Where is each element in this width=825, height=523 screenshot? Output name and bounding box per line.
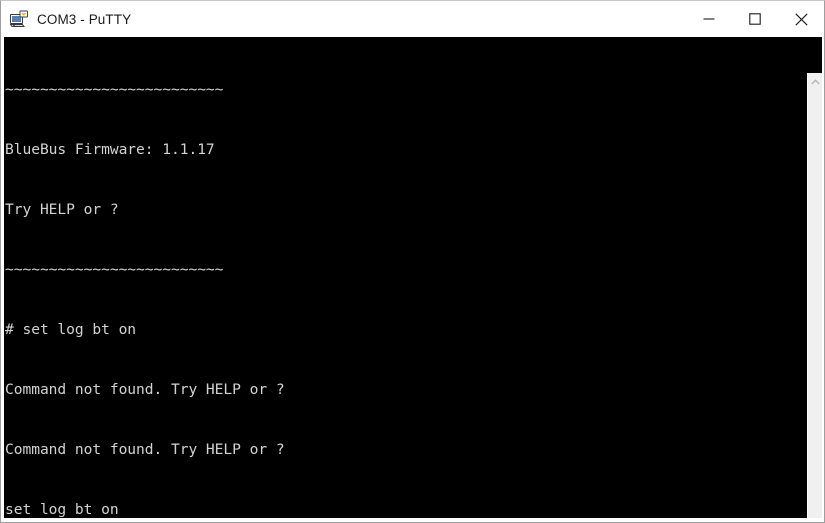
terminal-line: ~~~~~~~~~~~~~~~~~~~~~~~~~ — [5, 81, 224, 98]
scroll-up-button[interactable] — [808, 73, 822, 90]
terminal-screen[interactable]: ~~~~~~~~~~~~~~~~~~~~~~~~~ BlueBus Firmwa… — [4, 37, 807, 518]
putty-window: COM3 - PuTTY ~~~~~~~~~~~~~~~~~~~~~~~~~ B… — [0, 0, 825, 523]
terminal-line: set log bt on — [5, 501, 119, 518]
title-bar[interactable]: COM3 - PuTTY — [1, 1, 824, 37]
scrollbar-thumb[interactable] — [808, 90, 822, 518]
terminal-frame: ~~~~~~~~~~~~~~~~~~~~~~~~~ BlueBus Firmwa… — [4, 37, 822, 518]
close-icon — [794, 12, 808, 26]
terminal-scrollbar[interactable] — [807, 73, 822, 518]
terminal-line: ~~~~~~~~~~~~~~~~~~~~~~~~~ — [5, 261, 224, 278]
maximize-icon — [749, 13, 761, 25]
window-controls — [686, 1, 824, 37]
maximize-button[interactable] — [732, 1, 778, 37]
putty-terminal-icon — [9, 9, 29, 29]
terminal-line: # set log bt on — [5, 321, 137, 338]
minimize-icon — [703, 18, 715, 20]
terminal-line: Command not found. Try HELP or ? — [5, 441, 285, 458]
terminal-line: BlueBus Firmware: 1.1.17 — [5, 141, 215, 158]
window-title: COM3 - PuTTY — [37, 11, 132, 27]
window-bottom-edge — [1, 518, 824, 522]
terminal-line: Command not found. Try HELP or ? — [5, 381, 285, 398]
terminal-output: ~~~~~~~~~~~~~~~~~~~~~~~~~ BlueBus Firmwa… — [5, 40, 372, 518]
terminal-line: Try HELP or ? — [5, 201, 119, 218]
chevron-up-icon — [811, 78, 820, 84]
close-button[interactable] — [778, 1, 824, 37]
minimize-button[interactable] — [686, 1, 732, 37]
